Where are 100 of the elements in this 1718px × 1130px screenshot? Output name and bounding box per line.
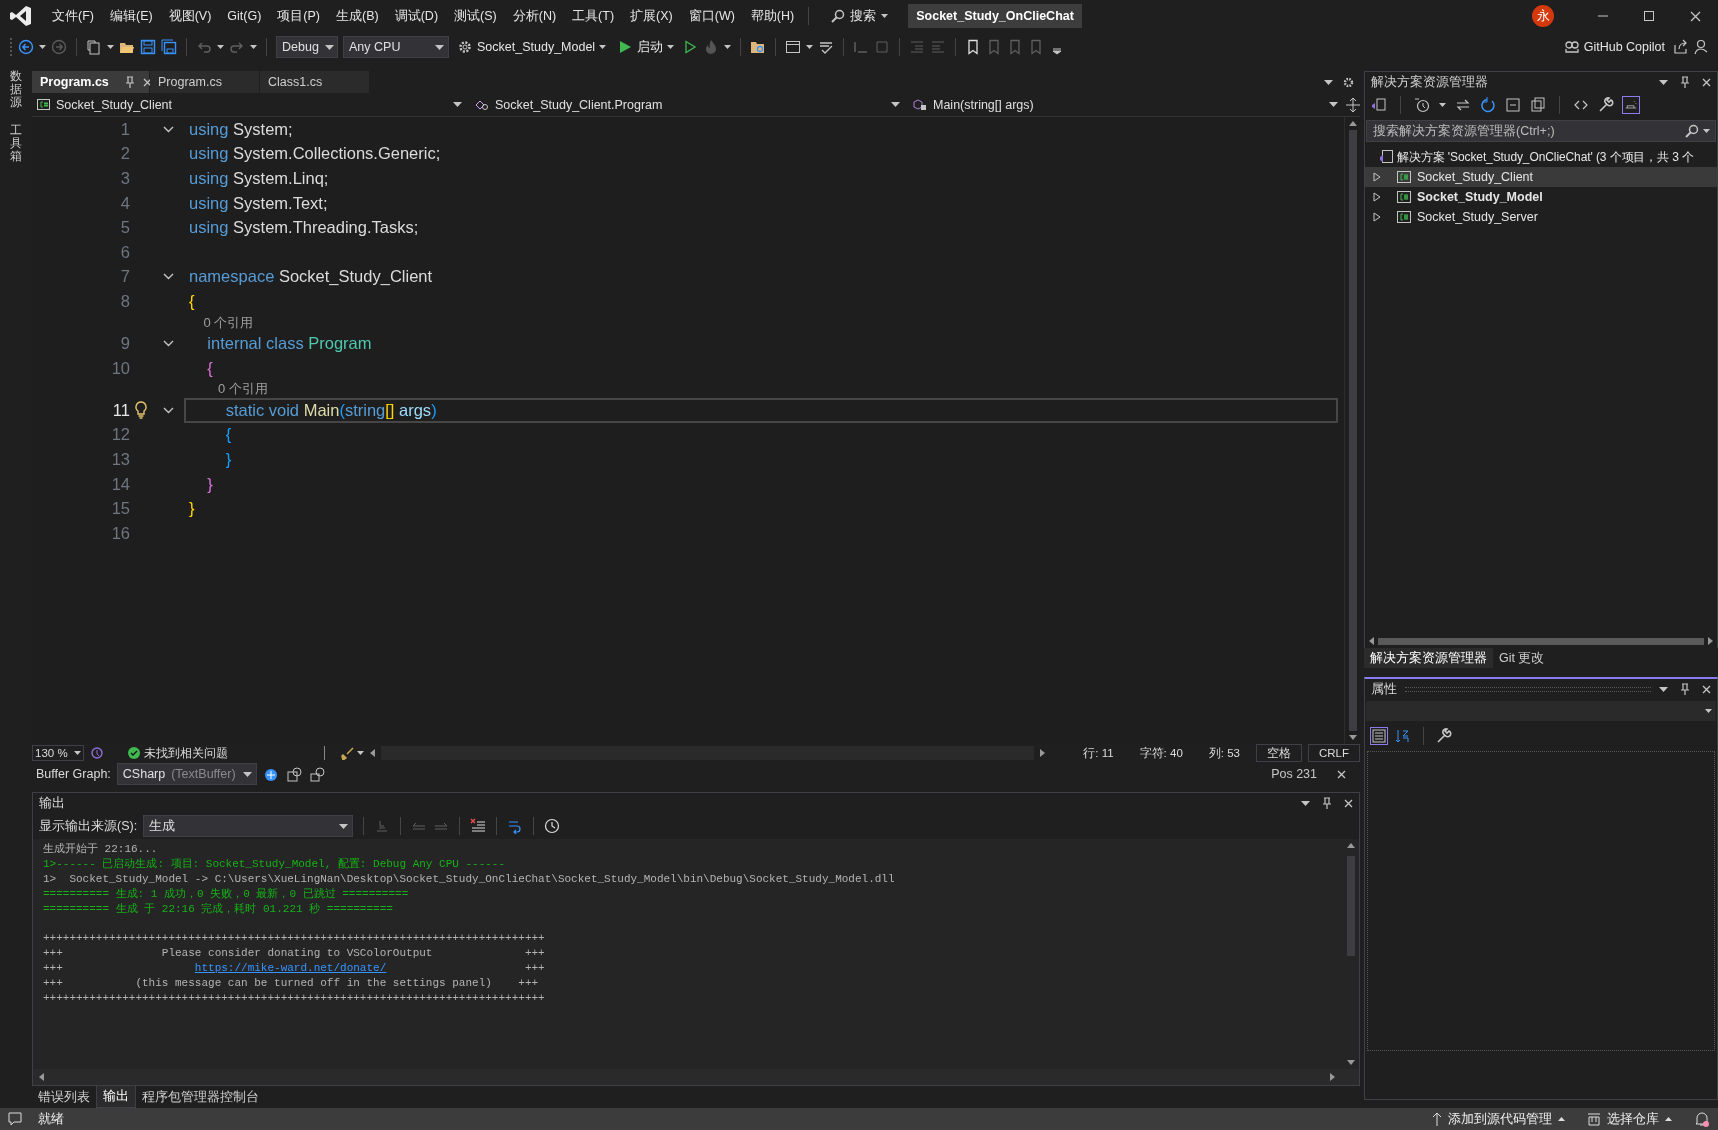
scroll-right-icon[interactable] [1040,749,1046,757]
member-dropdown[interactable]: Main(string[] args) [908,93,1342,116]
lightbulb-icon[interactable] [134,401,148,420]
scrollbar-thumb[interactable] [1378,637,1704,645]
caret-icon[interactable] [1703,129,1710,133]
project-dropdown[interactable]: Socket_Study_Client [32,93,466,116]
vertical-scrollbar[interactable] [1344,117,1360,744]
menu-item[interactable]: 编辑(E) [101,4,161,28]
save-all-icon[interactable] [161,39,177,55]
menu-item[interactable]: 生成(B) [328,4,387,28]
reference-count-link[interactable]: 0 个引用 [184,380,268,399]
dropdown-icon[interactable] [891,102,900,107]
caret-icon[interactable] [357,751,364,755]
collapse-all-icon[interactable] [1505,97,1521,113]
project-node[interactable]: Socket_Study_Model [1365,187,1717,207]
drag-handle[interactable] [1405,686,1651,692]
history-icon[interactable] [1414,97,1430,113]
sync-icon[interactable] [1455,97,1471,113]
preview-icon[interactable] [1623,97,1639,113]
caret-icon[interactable] [39,45,46,49]
pin-icon[interactable] [1680,76,1690,88]
platform-dropdown[interactable]: Any CPU [343,36,449,58]
account-avatar[interactable]: 永 [1532,5,1554,27]
project-node[interactable]: Socket_Study_Client [1365,167,1717,187]
menu-item[interactable]: 窗口(W) [680,4,743,28]
split-icon[interactable] [1346,97,1360,112]
panel-tab[interactable]: Git 更改 [1493,648,1551,668]
buffer-dropdown[interactable]: CSharp (TextBuffer) [116,763,257,785]
notification-icon[interactable] [8,1112,22,1126]
feedback-icon[interactable] [1694,39,1710,55]
panel-menu-icon[interactable] [1301,800,1310,806]
configuration-dropdown[interactable]: Debug [276,36,338,58]
pin-icon[interactable] [1680,683,1690,695]
caret-icon[interactable] [217,45,224,49]
dropdown-icon[interactable] [242,771,252,777]
bell-icon[interactable] [1694,1111,1710,1127]
document-tab[interactable]: Class1.cs [260,71,370,93]
expand-icon[interactable] [1373,192,1381,202]
menu-item[interactable]: 文件(F) [44,4,102,28]
collapse-icon[interactable] [162,125,174,133]
menu-item[interactable]: 视图(V) [160,4,220,28]
scroll-up-icon[interactable] [1347,843,1355,848]
project-node[interactable]: Socket_Study_Server [1365,207,1717,227]
caret-icon[interactable] [107,45,114,49]
close-icon[interactable] [1337,769,1346,779]
window-icon[interactable] [785,39,802,55]
horizontal-scrollbar[interactable] [33,1069,1359,1085]
app-logo-icon[interactable] [10,5,32,27]
reference-count-link[interactable]: 0 个引用 [184,313,254,332]
scroll-left-icon[interactable] [370,749,375,757]
caret-icon[interactable] [806,45,814,49]
clear-all-icon[interactable] [470,818,487,834]
scroll-down-icon[interactable] [1348,735,1357,740]
close-icon[interactable] [1702,77,1711,87]
output-source-dropdown[interactable]: 生成 [143,815,354,837]
source-control-button[interactable]: 添加到源代码管理 [1432,1110,1565,1128]
clock-icon[interactable] [544,818,561,834]
scrollbar-thumb[interactable] [1347,856,1355,956]
expand-icon[interactable] [1373,172,1381,182]
solution-view-icon[interactable] [1371,97,1387,113]
close-icon[interactable] [142,77,152,87]
menu-item[interactable]: 分析(N) [504,4,565,28]
panel-menu-icon[interactable] [1659,686,1668,692]
scroll-right-icon[interactable] [1330,1073,1335,1081]
code-cleanup-icon[interactable] [90,746,104,760]
close-icon[interactable] [1344,798,1353,808]
brush-icon[interactable] [341,746,354,760]
scroll-left-icon[interactable] [1369,637,1374,645]
scrollbar-thumb[interactable] [1348,130,1357,731]
dropdown-icon[interactable] [435,44,444,50]
caret-icon[interactable] [724,45,732,49]
expand-icon[interactable] [1373,212,1381,222]
whitespace-mode[interactable]: 空格 [1255,744,1302,762]
word-wrap-icon[interactable] [507,818,524,834]
gear-icon[interactable] [457,39,473,55]
startup-project-dropdown[interactable]: Socket_Study_Model [454,37,610,57]
refresh-icon[interactable] [1480,97,1496,113]
link[interactable]: https://mike-ward.net/donate/ [194,962,387,975]
panel-tab[interactable]: 错误列表 [32,1086,96,1108]
solution-node[interactable]: 解决方案 'Socket_Study_OnClieChat' (3 个项目，共 3 个 [1365,147,1717,167]
scroll-left-icon[interactable] [39,1073,44,1081]
graph-view-icon[interactable] [285,765,303,783]
copilot-button[interactable]: GitHub Copilot [1560,37,1668,57]
panel-tab[interactable]: 输出 [96,1086,136,1108]
menu-item[interactable]: 扩展(X) [622,4,681,28]
menu-item[interactable]: 帮助(H) [742,4,803,28]
pin-icon[interactable] [1322,797,1332,809]
caret-icon[interactable] [1439,103,1446,107]
dropdown-icon[interactable] [453,102,462,107]
categorized-icon[interactable] [1371,728,1387,744]
dropdown-icon[interactable] [324,44,334,50]
panel-menu-icon[interactable] [1659,79,1668,85]
document-tab[interactable]: Program.cs [150,71,260,93]
maximize-icon[interactable] [1644,11,1654,21]
save-icon[interactable] [140,39,156,55]
graph-refresh-icon[interactable] [308,765,326,783]
line-ending-mode[interactable]: CRLF [1307,744,1360,762]
panel-tab[interactable]: 程序包管理器控制台 [136,1086,265,1108]
scroll-right-icon[interactable] [1708,637,1713,645]
wrench-icon[interactable] [1436,728,1452,744]
